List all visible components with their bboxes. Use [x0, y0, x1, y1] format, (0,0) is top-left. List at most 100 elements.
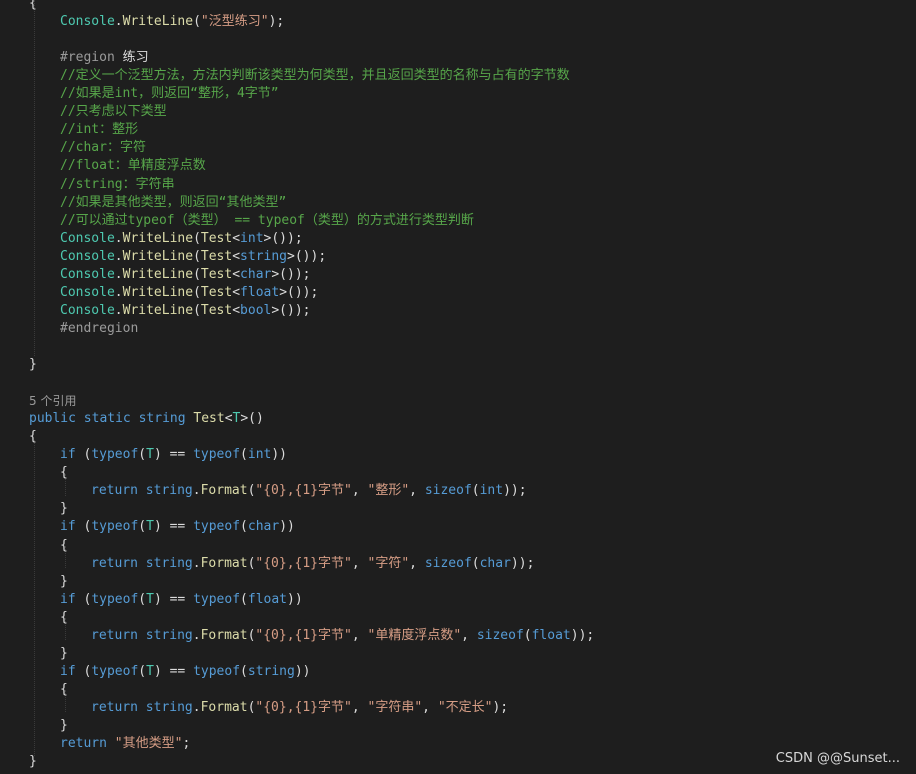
indent-guide — [34, 440, 35, 756]
code-token: //string：字符串 — [60, 176, 175, 192]
code-token: typeof — [193, 591, 241, 607]
code-token: //只考虑以下类型 — [60, 104, 167, 120]
code-line[interactable]: //如果是int，则返回“整形，4字节” — [60, 85, 279, 103]
code-token: string — [145, 555, 193, 571]
code-line[interactable]: { — [60, 537, 68, 555]
code-line[interactable]: if (typeof(T) == typeof(int)) — [60, 446, 287, 464]
code-token: >()); — [279, 284, 319, 300]
code-line[interactable]: Console.WriteLine(Test<bool>()); — [60, 302, 311, 320]
code-token: "字符" — [367, 555, 410, 571]
code-token: Format — [200, 627, 248, 643]
code-token: ( — [240, 591, 248, 607]
code-token: )) — [271, 447, 288, 463]
code-token: sizeof — [424, 483, 472, 499]
code-line[interactable]: return string.Format ("{0},{1}字节", "单精度浮点… — [91, 627, 594, 645]
code-token: string — [145, 627, 193, 643]
code-token: ( — [471, 555, 480, 571]
code-line[interactable]: { — [60, 681, 68, 699]
code-token: , — [351, 699, 368, 715]
code-token: } — [60, 645, 68, 661]
code-line[interactable]: //定义一个泛型方法，方法内判断该类型为何类型，并且返回类型的名称与占有的字节数 — [60, 67, 570, 85]
code-token: public — [29, 411, 76, 427]
code-token: //如果是其他类型，则返回“其他类型” — [60, 194, 287, 210]
code-token: )); — [570, 627, 595, 643]
code-token: Test — [200, 266, 233, 282]
code-line[interactable]: Console.WriteLine(Test<string>()); — [60, 248, 326, 266]
code-token: ( — [75, 591, 92, 607]
code-token: < — [224, 411, 233, 427]
code-token: ( — [193, 14, 201, 30]
code-line[interactable]: if (typeof(T) == typeof(string)) — [60, 663, 311, 681]
code-line[interactable]: //char：字符 — [60, 139, 146, 157]
code-token: { — [29, 429, 37, 445]
code-line[interactable]: #region 练习 — [60, 49, 149, 67]
code-token: ( — [193, 230, 201, 246]
code-token: )); — [510, 555, 535, 571]
code-line[interactable]: Console.WriteLine(Test<float>()); — [60, 284, 318, 302]
code-token: ); — [492, 699, 509, 715]
code-token: string — [247, 663, 295, 679]
code-token: )); — [503, 483, 527, 499]
code-token: ( — [75, 447, 92, 463]
code-token: WriteLine — [122, 248, 194, 264]
code-token: WriteLine — [122, 14, 194, 30]
code-token: . — [114, 230, 123, 246]
code-editor[interactable]: { Console.WriteLine("泛型练习"); #region 练习//定… — [0, 0, 916, 774]
code-line[interactable]: { — [60, 464, 68, 482]
code-line[interactable]: Console.WriteLine("泛型练习"); — [60, 13, 284, 31]
code-token: return — [91, 699, 138, 715]
code-token: #endregion — [60, 320, 139, 336]
code-token: . — [114, 14, 123, 30]
code-token: WriteLine — [122, 302, 194, 318]
code-line[interactable]: return string.Format("{0},{1}字节", "字符", … — [91, 555, 534, 573]
code-line[interactable]: //string：字符串 — [60, 176, 175, 194]
code-line[interactable]: //int：整形 — [60, 121, 138, 139]
code-token: ( — [193, 266, 201, 282]
code-line[interactable]: //只考虑以下类型 — [60, 103, 167, 121]
code-line[interactable]: //float：单精度浮点数 — [60, 157, 206, 175]
code-token: "{0},{1}字节" — [255, 483, 352, 499]
code-token: >()); — [271, 302, 311, 318]
code-line[interactable]: Console.WriteLine(Test<char>()); — [60, 266, 311, 284]
code-line[interactable]: return string.Format("{0},{1}字节", "整形", … — [91, 482, 527, 500]
code-token: typeof — [193, 519, 241, 535]
code-line[interactable]: public static string Test<T>() — [29, 410, 264, 428]
code-line[interactable]: { — [29, 0, 37, 13]
code-token: if — [60, 591, 76, 607]
code-line[interactable]: } — [60, 717, 68, 735]
code-line[interactable]: return "其他类型"; — [60, 735, 190, 753]
code-line[interactable]: } — [29, 753, 37, 771]
code-token: } — [29, 357, 37, 372]
code-token: Format — [200, 699, 248, 715]
code-line[interactable]: } — [60, 573, 68, 591]
code-token: int — [247, 447, 272, 463]
code-line[interactable]: { — [60, 609, 68, 627]
code-line[interactable]: 5 个引用 — [29, 392, 76, 410]
code-line[interactable]: } — [60, 645, 68, 663]
code-token: sizeof — [476, 627, 524, 643]
code-line[interactable]: //如果是其他类型，则返回“其他类型” — [60, 194, 286, 212]
code-token: . — [114, 266, 123, 282]
code-line[interactable]: } — [29, 356, 37, 374]
code-token: T — [146, 591, 154, 607]
code-token: char — [247, 519, 280, 535]
code-line[interactable]: if (typeof(T) == typeof(float)) — [60, 591, 303, 609]
code-line[interactable]: { — [29, 428, 37, 446]
code-token: . — [192, 627, 201, 643]
code-token: { — [29, 0, 37, 11]
code-line[interactable]: return string.Format("{0},{1}字节", "字符串",… — [91, 699, 508, 717]
code-line[interactable]: Console.WriteLine(Test<int>()); — [60, 230, 303, 248]
code-token: //float：单精度浮点数 — [60, 158, 206, 174]
code-line[interactable]: #endregion — [60, 320, 138, 338]
code-token: ( — [75, 663, 92, 679]
code-token: ) == — [153, 519, 194, 535]
codelens-references[interactable]: 5 个引用 — [29, 394, 76, 408]
code-token: )) — [279, 519, 295, 535]
code-line[interactable]: if (typeof(T) == typeof(char)) — [60, 518, 295, 536]
code-token: #region — [60, 50, 123, 66]
code-line[interactable]: //可以通过typeof（类型） == typeof（类型）的方式进行类型判断 — [60, 212, 474, 230]
code-line[interactable]: } — [60, 500, 68, 518]
code-token: { — [60, 465, 68, 481]
